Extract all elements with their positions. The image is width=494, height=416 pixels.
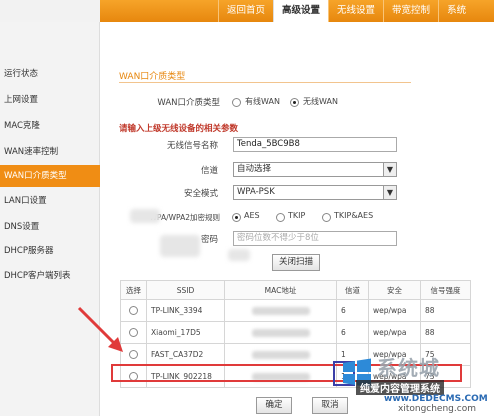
- media-wireless-radio[interactable]: [290, 98, 299, 107]
- sidebar-item-mac-clone[interactable]: MAC克隆: [0, 115, 100, 137]
- enc-tkip-label: TKIP: [288, 211, 306, 220]
- channel-label: 信道: [200, 166, 218, 176]
- enc-tkipaes-label: TKIP&AES: [334, 211, 374, 220]
- password-input[interactable]: 密码位数不得少于8位: [233, 231, 397, 246]
- security-label: 安全模式: [183, 189, 218, 199]
- router-admin-page: 返回首页 高级设置 无线设置 带宽控制 系统 运行状态 上网设置 MAC克隆 W…: [0, 0, 494, 416]
- blur-patch: [130, 209, 160, 223]
- tab-wireless-settings[interactable]: 无线设置: [328, 0, 383, 22]
- sidebar-item-wan-media-type[interactable]: WAN口介质类型: [0, 165, 100, 187]
- tab-home[interactable]: 返回首页: [218, 0, 273, 22]
- media-wired-label: 有线WAN: [245, 97, 280, 106]
- mac-redacted: [251, 329, 310, 337]
- security-select[interactable]: WPA-PSK ▼: [233, 185, 397, 200]
- section-title: WAN口介质类型: [119, 72, 186, 82]
- ok-button[interactable]: 确定: [256, 397, 292, 414]
- media-wireless-label: 无线WAN: [303, 97, 338, 106]
- tab-bandwidth-control[interactable]: 带宽控制: [383, 0, 438, 22]
- col-signal: 信号强度: [420, 280, 471, 300]
- sidebar-item-dns-settings[interactable]: DNS设置: [0, 216, 100, 238]
- sidebar-item-dhcp-server[interactable]: DHCP服务器: [0, 240, 100, 262]
- watermark-band: 纯爱内容管理系统: [356, 380, 444, 395]
- row-ssid: FAST_CA37D2: [146, 343, 225, 366]
- ssid-input[interactable]: Tenda_5BC9B8: [233, 137, 397, 152]
- sidebar-item-status[interactable]: 运行状态: [0, 63, 100, 85]
- col-mac: MAC地址: [224, 280, 337, 300]
- enc-tkipaes-radio[interactable]: [322, 213, 331, 222]
- col-channel: 信道: [336, 280, 369, 300]
- enc-aes-radio[interactable]: [232, 213, 241, 222]
- media-type-label: WAN口介质类型: [157, 98, 220, 108]
- enc-tkip-radio[interactable]: [276, 213, 285, 222]
- warning-text: 请输入上级无线设备的相关参数: [119, 124, 239, 134]
- row-select-radio[interactable]: [129, 350, 138, 360]
- ssid-label: 无线信号名称: [166, 141, 218, 151]
- close-scan-button[interactable]: 关闭扫描: [272, 254, 320, 271]
- chevron-down-icon: ▼: [383, 186, 396, 199]
- row-security: wep/wpa: [368, 299, 421, 322]
- row-channel: 6: [336, 299, 369, 322]
- row-security: wep/wpa: [368, 321, 421, 344]
- cancel-button[interactable]: 取消: [312, 397, 348, 414]
- watermark-url-dedecms: www.DEDECMS.COM: [384, 394, 488, 404]
- sidebar-item-wan-speed[interactable]: WAN速率控制: [0, 141, 100, 163]
- sidebar-item-dhcp-clients[interactable]: DHCP客户端列表: [0, 265, 100, 287]
- row-ssid: Xiaomi_17D5: [146, 321, 225, 344]
- row-select-radio[interactable]: [129, 306, 138, 316]
- media-wired-radio[interactable]: [232, 98, 241, 107]
- top-nav-bar: 返回首页 高级设置 无线设置 带宽控制 系统: [0, 0, 494, 22]
- sidebar-item-lan-settings[interactable]: LAN口设置: [0, 190, 100, 212]
- blur-patch: [160, 235, 200, 257]
- watermark-title: 系统城: [377, 356, 440, 380]
- table-row: TP-LINK_3394 6 wep/wpa 88: [120, 299, 471, 322]
- row-ssid: TP-LINK_3394: [146, 299, 225, 322]
- sidebar-item-internet-settings[interactable]: 上网设置: [0, 89, 100, 111]
- row-signal: 88: [420, 321, 471, 344]
- tab-system[interactable]: 系统: [438, 0, 474, 22]
- red-arrow-icon: [77, 306, 123, 352]
- col-select: 选择: [120, 280, 147, 300]
- channel-select-value: 自动选择: [237, 164, 272, 174]
- col-ssid: SSID: [146, 280, 225, 300]
- tab-advanced-settings[interactable]: 高级设置: [273, 0, 329, 22]
- channel-select[interactable]: 自动选择 ▼: [233, 162, 397, 177]
- top-nav-tabs: 返回首页 高级设置 无线设置 带宽控制 系统: [218, 0, 474, 22]
- mac-redacted: [251, 307, 310, 315]
- row-channel: 6: [336, 321, 369, 344]
- security-select-value: WPA-PSK: [237, 187, 275, 197]
- row-select-radio[interactable]: [129, 328, 138, 338]
- enc-aes-label: AES: [244, 211, 260, 220]
- sidebar: 运行状态 上网设置 MAC克隆 WAN速率控制 WAN口介质类型 LAN口设置 …: [0, 22, 100, 416]
- row-signal: 88: [420, 299, 471, 322]
- table-header-row: 选择 SSID MAC地址 信道 安全 信号强度: [120, 280, 471, 300]
- logo-area: [0, 0, 100, 22]
- chevron-down-icon: ▼: [383, 163, 396, 176]
- section-divider: [119, 82, 411, 83]
- watermark-url-xitongcheng: xitongcheng.com: [398, 404, 476, 414]
- blur-patch: [228, 249, 250, 261]
- col-security: 安全: [368, 280, 421, 300]
- table-row: Xiaomi_17D5 6 wep/wpa 88: [120, 321, 471, 344]
- mac-redacted: [251, 351, 310, 359]
